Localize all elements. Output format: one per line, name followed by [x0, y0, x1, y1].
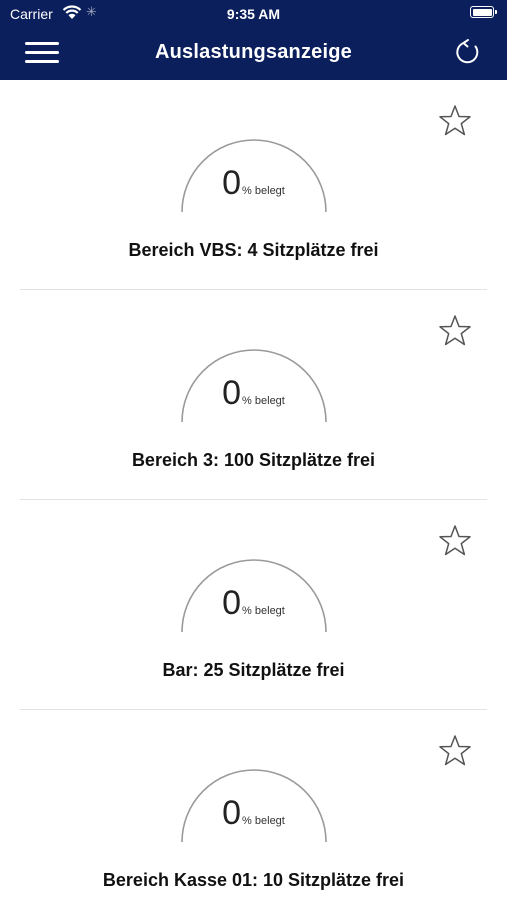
occupancy-unit: % belegt	[242, 185, 285, 197]
area-card[interactable]: 0% belegt Bar: 25 Sitzplätze frei	[0, 500, 507, 710]
area-card[interactable]: 0% belegt Bereich Kasse 01: 10 Sitzplätz…	[0, 710, 507, 920]
area-title: Bereich Kasse 01: 10 Sitzplätze frei	[102, 870, 405, 890]
occupancy-value: 0	[222, 584, 242, 622]
occupancy-value: 0	[222, 794, 242, 832]
occupancy-unit: % belegt	[242, 395, 285, 407]
favorite-star-icon[interactable]	[438, 314, 472, 348]
status-bar: Carrier ✳ 9:35 AM	[0, 0, 507, 28]
occupancy-reading: 0% belegt	[0, 164, 507, 203]
occupancy-unit: % belegt	[242, 605, 285, 617]
area-card[interactable]: 0% belegt Bereich VBS: 4 Sitzplätze frei	[0, 80, 507, 290]
occupancy-value: 0	[222, 374, 242, 412]
favorite-star-icon[interactable]	[438, 524, 472, 558]
area-title: Bereich 3: 100 Sitzplätze frei	[131, 450, 376, 470]
header: Carrier ✳ 9:35 AM Auslastungsanzeige	[0, 0, 507, 80]
area-title: Bar: 25 Sitzplätze frei	[162, 660, 345, 680]
occupancy-reading: 0% belegt	[0, 374, 507, 413]
refresh-icon[interactable]	[453, 37, 483, 67]
occupancy-unit: % belegt	[242, 815, 285, 827]
occupancy-reading: 0% belegt	[0, 794, 507, 833]
area-title: Bereich VBS: 4 Sitzplätze frei	[128, 240, 379, 260]
occupancy-value: 0	[222, 164, 242, 202]
nav-bar: Auslastungsanzeige	[0, 28, 507, 80]
status-time: 9:35 AM	[226, 6, 281, 22]
occupancy-reading: 0% belegt	[0, 584, 507, 623]
area-list: 0% belegt Bereich VBS: 4 Sitzplätze frei…	[0, 80, 507, 920]
area-card[interactable]: 0% belegt Bereich 3: 100 Sitzplätze frei	[0, 290, 507, 500]
page-title: Auslastungsanzeige	[155, 41, 352, 63]
favorite-star-icon[interactable]	[438, 104, 472, 138]
battery-icon	[470, 6, 497, 18]
favorite-star-icon[interactable]	[438, 734, 472, 768]
